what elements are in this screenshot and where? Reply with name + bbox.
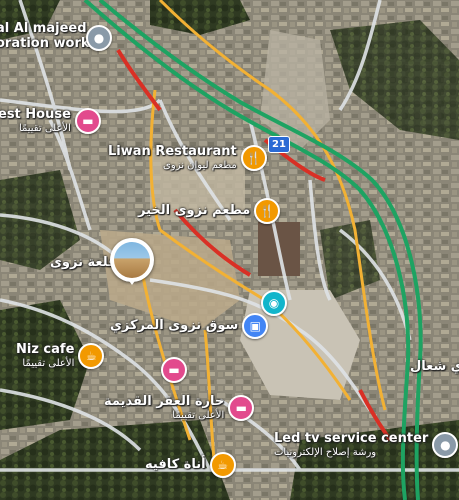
hotel-icon[interactable]: ▬ <box>161 357 187 383</box>
poi-nizwa-khair-name: مطعم نزوى الخير <box>138 202 251 218</box>
poi-guest-house-name: est House <box>0 107 71 122</box>
poi-central-souq[interactable]: سوق نزوى المركزي ▣ <box>110 313 269 339</box>
map-canvas[interactable]: 21 al Al majeed oration work ● est House… <box>0 0 459 500</box>
poi-guest-house[interactable]: est House الأعلى تقييمًا ▬ <box>0 107 101 135</box>
generic-pin-icon[interactable]: ● <box>86 25 112 51</box>
hotel-icon: ▬ <box>74 108 101 135</box>
poi-niz-cafe-name: Niz cafe <box>16 342 75 357</box>
poi-guest-house-rating: الأعلى تقييمًا <box>18 122 71 134</box>
poi-al-majeed-line1: al Al majeed <box>0 21 87 36</box>
poi-central-souq-name: سوق نزوى المركزي <box>110 317 239 333</box>
poi-ana-cafe[interactable]: أناة كافيه ☕ <box>145 452 236 478</box>
poi-led-tv[interactable]: Led tv service center ورشة إصلاح الإلكتر… <box>274 431 459 459</box>
poi-liwan-restaurant[interactable]: Liwan Restaurant مطعم ليوان نزوى 🍴 <box>108 144 267 172</box>
poi-niz-cafe[interactable]: Niz cafe الأعلى تقييمًا ☕ <box>16 342 105 370</box>
satellite-base <box>0 0 459 500</box>
poi-liwan-name: Liwan Restaurant <box>108 144 237 159</box>
poi-al-majeed[interactable]: al Al majeed oration work <box>0 21 90 52</box>
poi-ana-cafe-name: أناة كافيه <box>145 456 206 472</box>
poi-shaal[interactable]: ي شعال <box>410 359 459 375</box>
poi-shaal-name: ي شعال <box>410 359 459 374</box>
poi-niz-cafe-rating: الأعلى تقييمًا <box>22 357 75 369</box>
restaurant-icon: 🍴 <box>254 198 281 224</box>
shopping-bag-icon: ▣ <box>242 313 269 339</box>
cafe-icon: ☕ <box>209 452 236 478</box>
hotel-icon: ▬ <box>228 395 255 422</box>
restaurant-icon: 🍴 <box>240 145 267 172</box>
poi-haret-al-aqr-rating: الأعلى تقييمًا <box>172 409 225 421</box>
poi-nizwa-fort-name: قلعة نزوى <box>50 255 117 270</box>
poi-nizwa-fort[interactable]: قلعة نزوى <box>50 255 117 271</box>
poi-led-tv-name: Led tv service center <box>274 431 429 446</box>
poi-haret-al-aqr-name: حارة العقر القديمة <box>104 394 225 409</box>
poi-led-tv-sub: ورشة إصلاح الإلكترونيات <box>274 446 377 458</box>
poi-haret-al-aqr[interactable]: حارة العقر القديمة الأعلى تقييمًا ▬ <box>104 394 255 422</box>
generic-pin-icon: ● <box>432 432 459 459</box>
cafe-icon: ☕ <box>78 343 105 370</box>
fort-photo-thumbnail[interactable] <box>110 238 154 285</box>
poi-liwan-sub: مطعم ليوان نزوى <box>163 159 237 171</box>
poi-al-majeed-line2: oration work <box>0 35 90 51</box>
poi-nizwa-khair[interactable]: مطعم نزوى الخير 🍴 <box>138 198 281 224</box>
route-21-shield: 21 <box>268 136 290 153</box>
